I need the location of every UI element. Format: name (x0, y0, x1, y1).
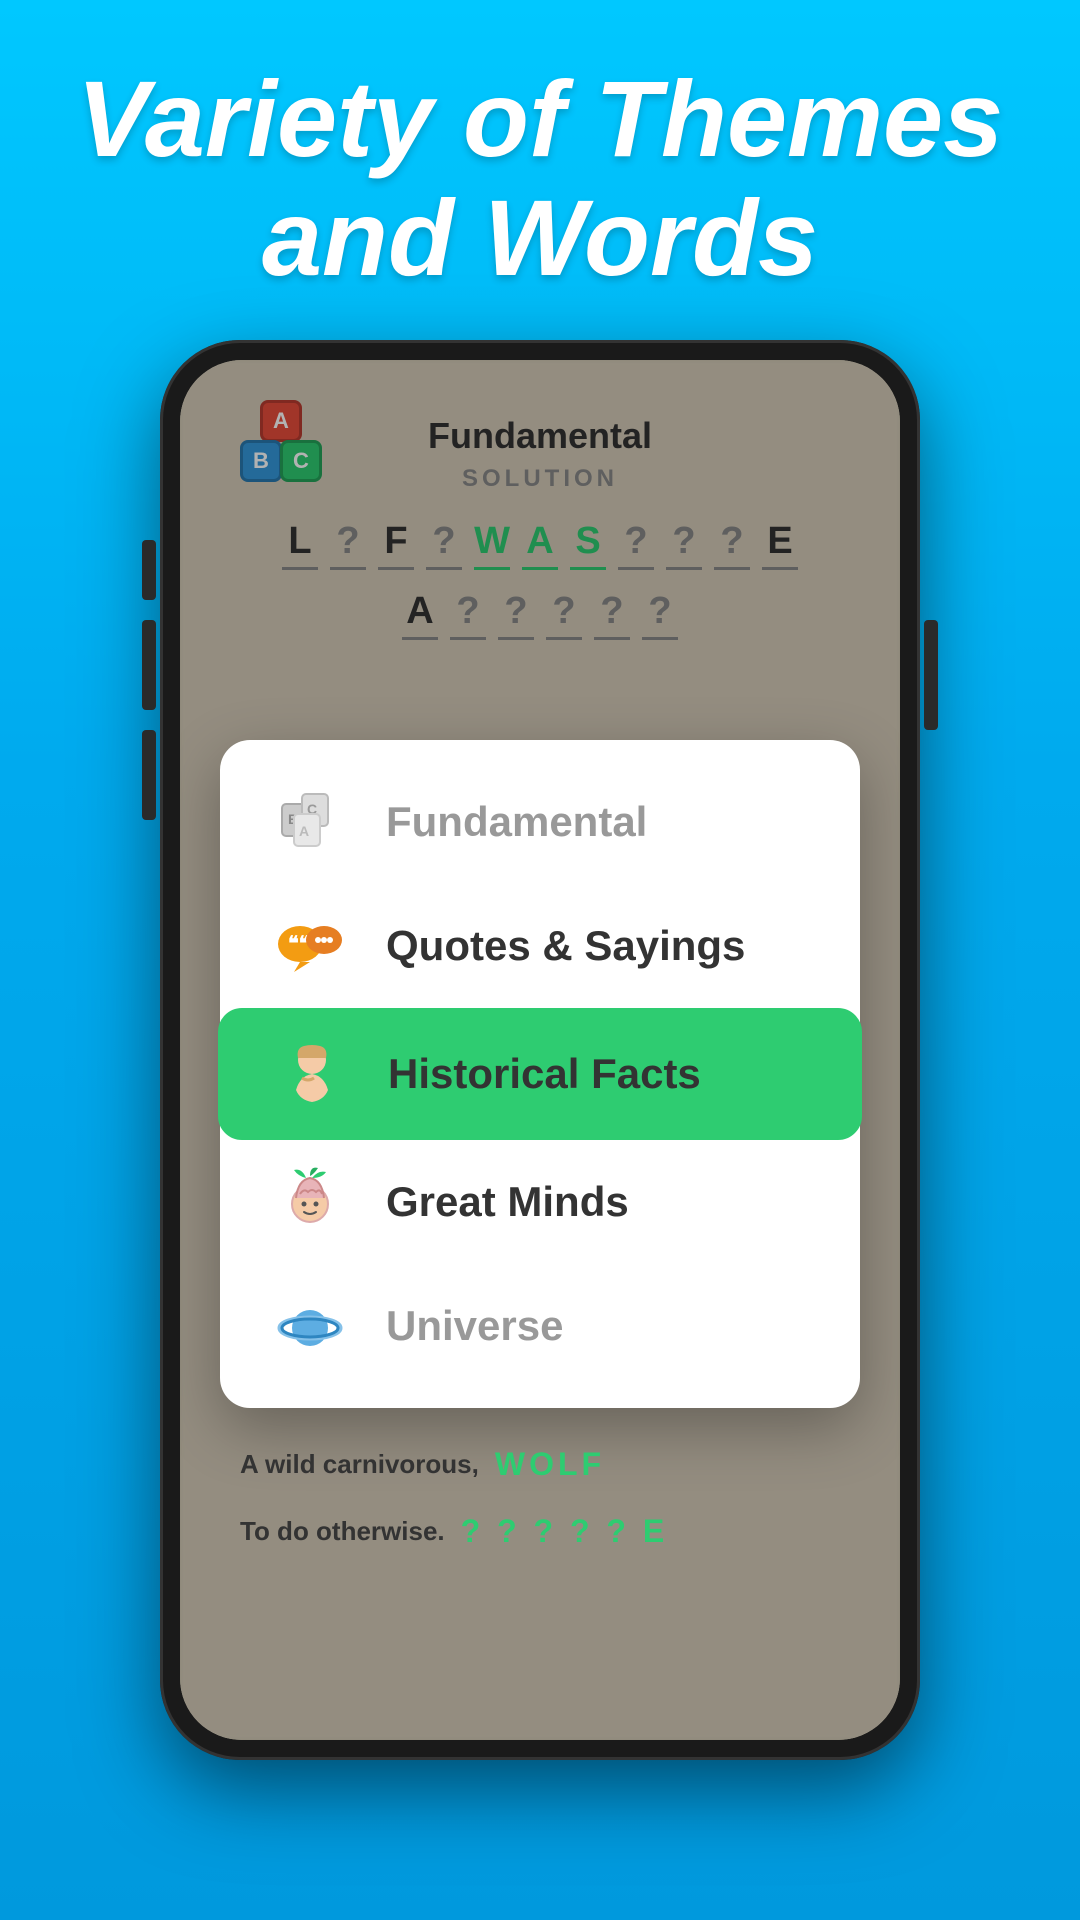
bottom-answer-1: WOLF (495, 1446, 605, 1483)
bottom-answer-2: ? ? ? ? ? E (461, 1513, 669, 1550)
historical-icon (272, 1034, 352, 1114)
power-button (924, 620, 938, 730)
menu-item-universe[interactable]: Universe (220, 1264, 860, 1388)
menu-item-fundamental[interactable]: B C A Fundamental (220, 760, 860, 884)
menu-label-quotes: Quotes & Sayings (386, 922, 745, 970)
theme-menu: B C A Fundamental (220, 740, 860, 1408)
phone-body: A B C Fundamental SOLUTION L ? F ? W A S… (160, 340, 920, 1760)
menu-item-quotes[interactable]: ❝❝ Quotes & Sayings (220, 884, 860, 1008)
menu-item-historical-facts[interactable]: Historical Facts (218, 1008, 862, 1140)
great-minds-icon (270, 1162, 350, 1242)
fundamental-icon: B C A (270, 782, 350, 862)
quotes-icon: ❝❝ (270, 906, 350, 986)
volume-button-2 (142, 620, 156, 710)
bottom-row-1: A wild carnivorous, WOLF (240, 1446, 840, 1483)
volume-button-3 (142, 730, 156, 820)
menu-label-universe: Universe (386, 1302, 563, 1350)
menu-label-great-minds: Great Minds (386, 1178, 629, 1226)
bottom-puzzle-area: A wild carnivorous, WOLF To do otherwise… (180, 1446, 900, 1580)
bottom-clue-2: To do otherwise. (240, 1516, 445, 1547)
bottom-clue-1: A wild carnivorous, (240, 1449, 479, 1480)
menu-label-fundamental: Fundamental (386, 798, 647, 846)
menu-item-great-minds[interactable]: Great Minds (220, 1140, 860, 1264)
page-title: Variety of Themes and Words (0, 60, 1080, 298)
bottom-row-2: To do otherwise. ? ? ? ? ? E (240, 1513, 840, 1550)
svg-text:❝❝: ❝❝ (288, 933, 310, 955)
phone-screen: A B C Fundamental SOLUTION L ? F ? W A S… (180, 360, 900, 1740)
menu-label-historical-facts: Historical Facts (388, 1050, 701, 1098)
volume-button-1 (142, 540, 156, 600)
phone-mockup: A B C Fundamental SOLUTION L ? F ? W A S… (160, 340, 920, 1760)
svg-text:A: A (299, 823, 309, 839)
universe-icon (270, 1286, 350, 1366)
